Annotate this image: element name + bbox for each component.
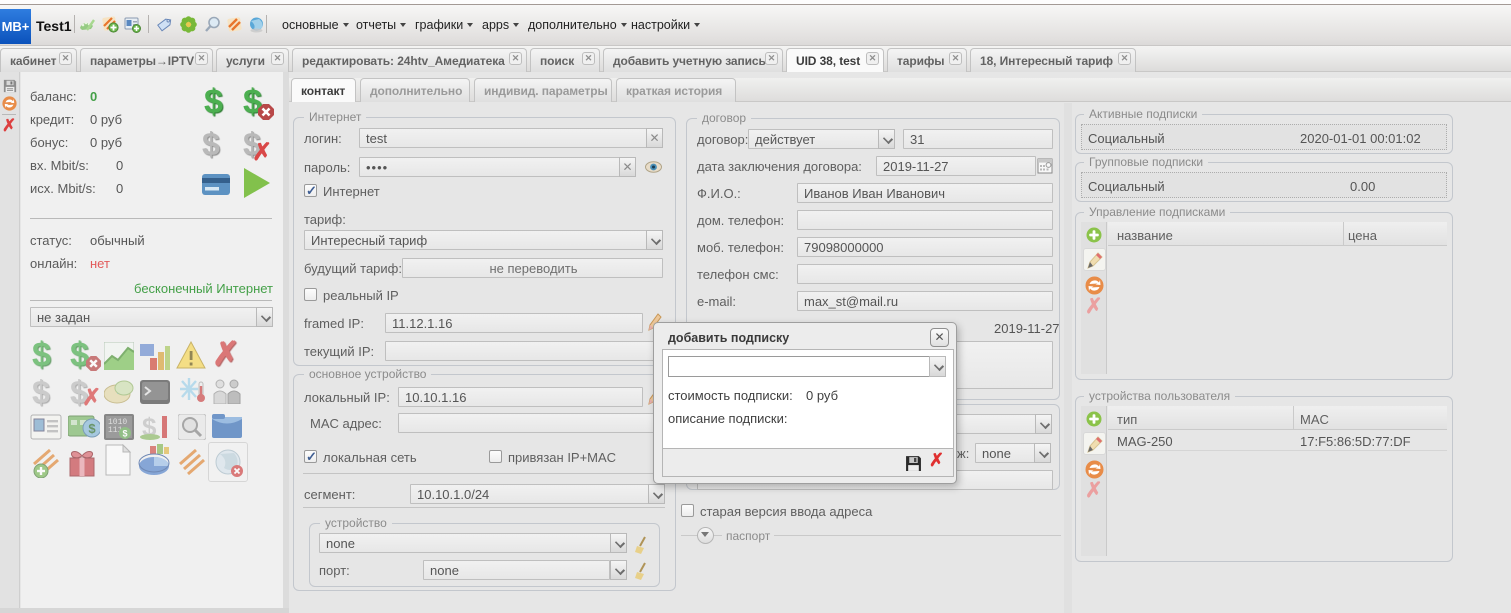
svg-text:$: $ [88,421,96,436]
svg-text:$: $ [122,429,127,439]
